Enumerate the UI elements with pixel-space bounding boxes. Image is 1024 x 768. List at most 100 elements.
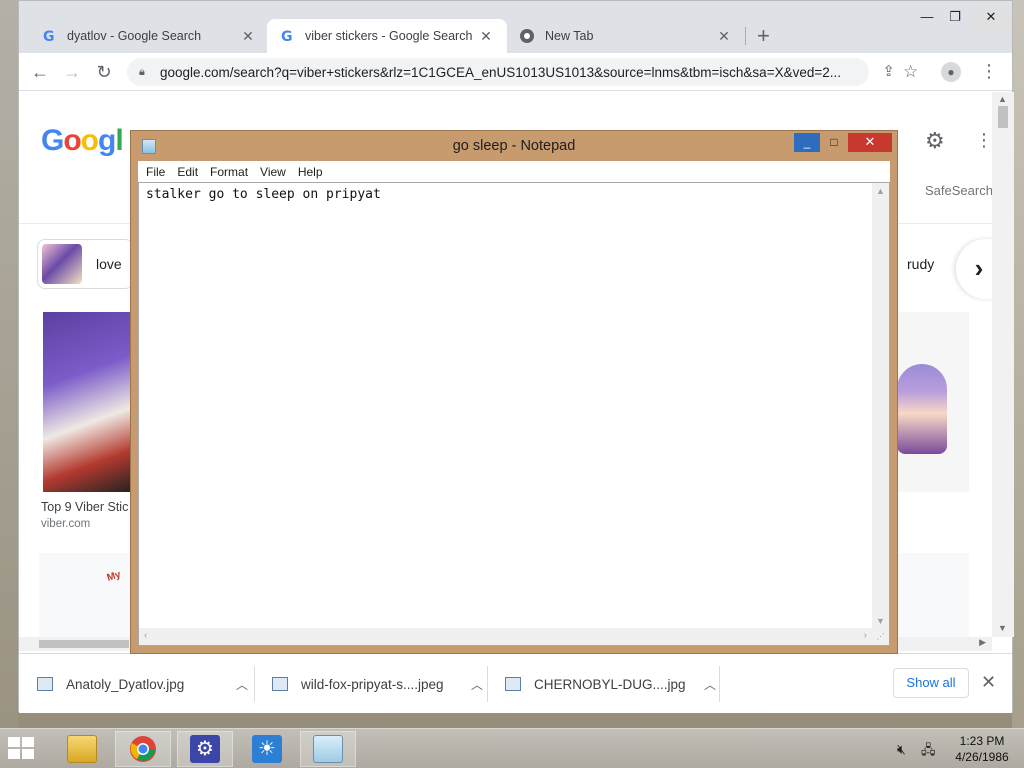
svg-text:G: G [43, 29, 55, 44]
tab-label: dyatlov - Google Search [67, 29, 202, 43]
image-file-icon [272, 677, 288, 691]
sticker-text: My [105, 569, 123, 584]
scrollbar-thumb[interactable] [998, 106, 1008, 128]
svg-text:G: G [281, 29, 293, 44]
menu-help[interactable]: Help [292, 165, 329, 179]
menu-format[interactable]: Format [204, 165, 254, 179]
download-divider [719, 666, 720, 702]
tab-divider [745, 27, 746, 45]
page-vertical-scrollbar[interactable]: ▲ ▼ [992, 92, 1014, 637]
download-filename: CHERNOBYL-DUG....jpg [534, 676, 686, 692]
scroll-down-icon[interactable]: ▼ [998, 623, 1007, 633]
scroll-right-icon[interactable]: › [864, 630, 867, 641]
address-bar[interactable]: 🔒︎ google.com/search?q=viber+stickers&rl… [127, 58, 895, 86]
download-filename: wild-fox-pripyat-s....jpeg [301, 676, 444, 692]
browser-toolbar: ← → ↻ 🔒︎ google.com/search?q=viber+stick… [19, 53, 1012, 91]
new-tab-button[interactable]: + [757, 25, 770, 47]
result-image[interactable] [43, 312, 133, 492]
profile-icon[interactable]: ● [941, 62, 961, 82]
download-filename: Anatoly_Dyatlov.jpg [66, 676, 185, 692]
forward-button[interactable]: → [61, 61, 83, 83]
tab-label: New Tab [545, 29, 594, 43]
window-minimize-button[interactable]: — [912, 9, 942, 31]
lock-icon[interactable]: 🔒︎ [139, 66, 151, 79]
window-maximize-button[interactable]: ❐ [940, 9, 970, 31]
scroll-down-icon[interactable]: ▼ [876, 616, 885, 626]
show-all-downloads-button[interactable]: Show all [893, 668, 969, 698]
close-tab-icon[interactable]: ✕ [239, 28, 257, 45]
scrollbar-thumb[interactable] [39, 640, 129, 648]
brightness-icon[interactable]: ☀ [239, 731, 295, 767]
desktop-edge-left [0, 0, 18, 730]
notepad-horizontal-scrollbar[interactable]: ‹ › [139, 628, 872, 645]
chevron-up-icon[interactable]: ︿ [471, 676, 483, 693]
tab-label: viber stickers - Google Search [305, 29, 473, 43]
windows-start-icon[interactable] [8, 737, 36, 761]
image-file-icon [37, 677, 53, 691]
scroll-up-icon[interactable]: ▲ [876, 186, 885, 196]
menu-view[interactable]: View [254, 165, 292, 179]
notepad-menu-bar: File Edit Format View Help [138, 161, 890, 182]
close-tab-icon[interactable]: ✕ [477, 28, 495, 45]
reload-button[interactable]: ↻ [93, 61, 115, 83]
clock-date[interactable]: 4/26/1986 [950, 750, 1014, 764]
settings-icon[interactable]: ⚙ [177, 731, 233, 767]
tab-viber-stickers-search[interactable]: G viber stickers - Google Search ✕ [267, 19, 507, 53]
close-tab-icon[interactable]: ✕ [715, 28, 733, 45]
menu-edit[interactable]: Edit [171, 165, 204, 179]
clock-time[interactable]: 1:23 PM [950, 734, 1014, 748]
notepad-content[interactable]: stalker go to sleep on pripyat [146, 187, 381, 202]
share-icon[interactable]: ⇪ [882, 62, 895, 80]
google-logo[interactable]: Googl [41, 124, 124, 158]
notepad-icon[interactable] [300, 731, 356, 767]
download-item[interactable]: wild-fox-pripyat-s....jpeg ︿ [254, 654, 483, 714]
chip-label: rudy [907, 256, 935, 272]
taskbar: ⚙ ☀ 🔇︎ 🖧︎ 1:23 PM 4/26/1986 [0, 728, 1024, 768]
chrome-icon[interactable] [115, 731, 171, 767]
notepad-window: go sleep - Notepad _ □ ✕ File Edit Forma… [130, 130, 898, 654]
chip-thumbnail [42, 244, 82, 284]
volume-muted-icon[interactable]: 🔇︎ [897, 741, 906, 758]
notepad-maximize-button[interactable]: □ [821, 133, 847, 152]
menu-file[interactable]: File [140, 165, 171, 179]
chip-love[interactable]: love [37, 239, 133, 289]
settings-gear-icon[interactable]: ⚙ [925, 128, 945, 154]
scroll-up-icon[interactable]: ▲ [998, 94, 1007, 104]
network-icon[interactable]: 🖧︎ [921, 741, 936, 763]
notepad-vertical-scrollbar[interactable]: ▲ ▼ [872, 183, 889, 629]
google-g-icon: G [41, 28, 57, 44]
tab-new-tab[interactable]: New Tab ✕ [507, 19, 745, 53]
chrome-icon [519, 28, 535, 44]
chevron-right-icon[interactable]: › [956, 239, 992, 299]
chip-label: love [96, 256, 122, 272]
download-item[interactable]: Anatoly_Dyatlov.jpg ︿ [19, 654, 248, 714]
star-icon[interactable]: ☆ [903, 62, 918, 82]
safesearch-toggle[interactable]: SafeSearch [925, 183, 992, 198]
notepad-title: go sleep - Notepad [452, 138, 576, 154]
result-title[interactable]: Top 9 Viber Stic [41, 500, 128, 514]
notepad-close-button[interactable]: ✕ [848, 133, 892, 152]
tab-dyatlov-search[interactable]: G dyatlov - Google Search ✕ [29, 19, 269, 53]
file-explorer-icon[interactable] [54, 731, 110, 767]
chevron-up-icon[interactable]: ︿ [704, 676, 716, 693]
menu-icon[interactable]: ⋮ [980, 61, 998, 81]
resize-grip-icon[interactable]: ⋰ [872, 628, 889, 645]
notepad-text-area[interactable]: stalker go to sleep on pripyat ▲ ▼ ‹ › ⋰ [138, 182, 890, 646]
chevron-up-icon[interactable]: ︿ [236, 676, 248, 693]
notepad-minimize-button[interactable]: _ [794, 133, 820, 152]
notepad-title-bar[interactable]: go sleep - Notepad _ □ ✕ [131, 131, 897, 161]
downloads-bar: Anatoly_Dyatlov.jpg ︿ wild-fox-pripyat-s… [19, 653, 1012, 713]
window-close-button[interactable]: ✕ [971, 9, 1011, 31]
tab-strip: G dyatlov - Google Search ✕ G viber stic… [19, 1, 1012, 53]
image-file-icon [505, 677, 521, 691]
sticker-figure [897, 364, 947, 454]
back-button[interactable]: ← [29, 61, 51, 83]
address-url[interactable]: google.com/search?q=viber+stickers&rlz=1… [160, 65, 860, 80]
close-downloads-bar-icon[interactable]: ✕ [981, 672, 996, 693]
google-apps-icon[interactable]: ⋮⋮ [975, 130, 992, 151]
download-item[interactable]: CHERNOBYL-DUG....jpg ︿ [487, 654, 716, 714]
scroll-left-icon[interactable]: ‹ [144, 630, 147, 641]
result-source[interactable]: viber.com [41, 518, 90, 530]
google-g-icon: G [279, 28, 295, 44]
scroll-right-icon[interactable]: ▶ [979, 637, 986, 648]
